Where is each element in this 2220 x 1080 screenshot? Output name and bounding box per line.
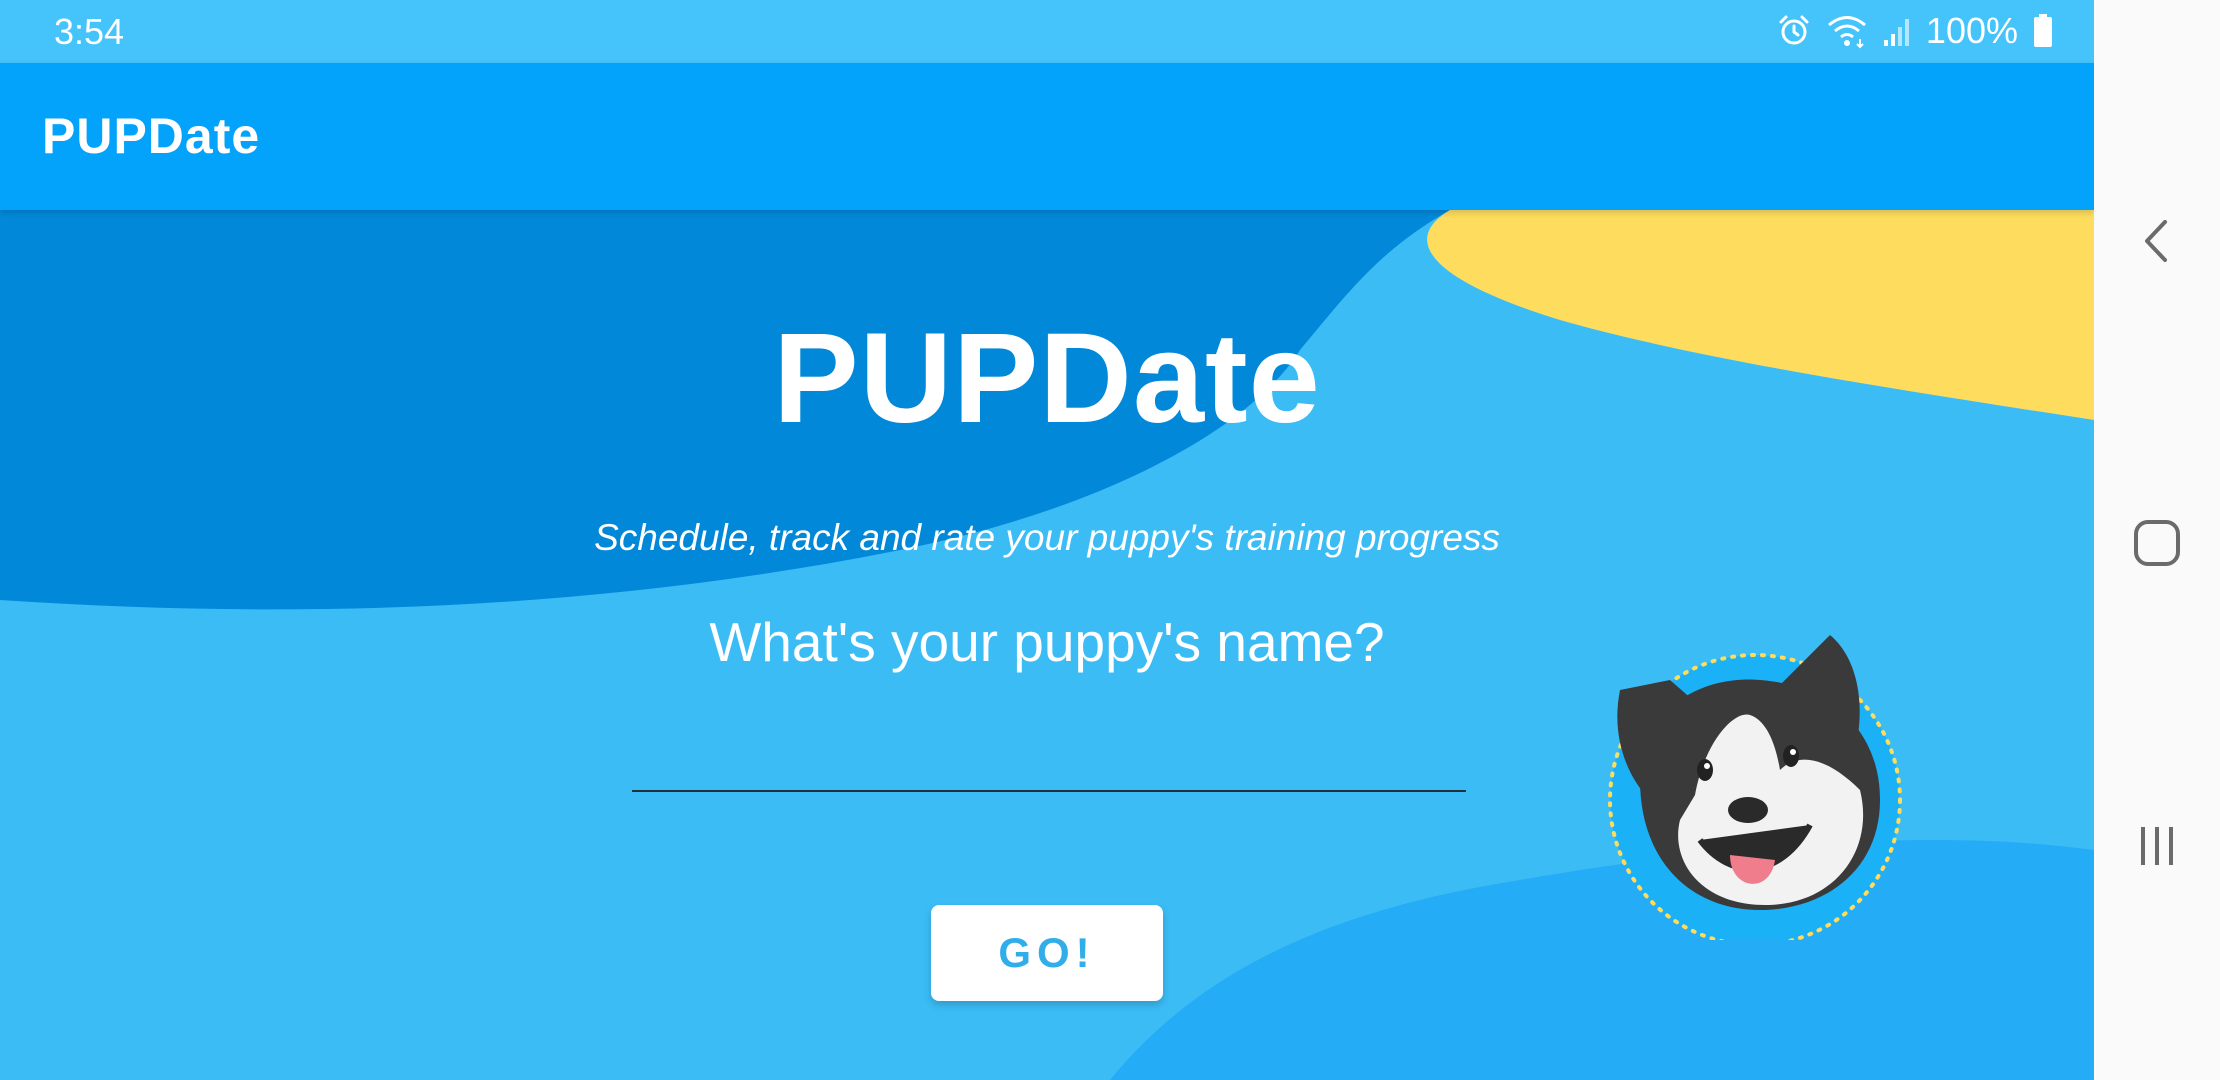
alarm-icon	[1776, 13, 1812, 49]
navigation-bar	[2094, 0, 2220, 1080]
puppy-name-input[interactable]	[632, 730, 1466, 792]
battery-percent: 100%	[1925, 10, 2018, 51]
status-time: 3:54	[54, 11, 125, 52]
home-icon	[2132, 518, 2182, 573]
tagline: Schedule, track and rate your puppy's tr…	[594, 517, 1500, 558]
back-icon	[2137, 216, 2177, 271]
toolbar-title: PUPDate	[42, 108, 261, 164]
app-toolbar: PUPDate	[0, 63, 2094, 210]
go-button[interactable]: GO!	[931, 905, 1163, 1001]
home-button[interactable]	[2094, 485, 2220, 605]
recents-button[interactable]	[2094, 788, 2220, 908]
status-bar: 3:54 100%	[0, 0, 2094, 63]
signal-icon	[1882, 14, 1912, 48]
battery-icon	[2032, 13, 2054, 49]
main-content: PUPDate Schedule, track and rate your pu…	[0, 210, 2094, 1080]
wifi-icon	[1826, 13, 1868, 49]
app: 3:54 100% PUPDate PUPDate Schedule, trac…	[0, 0, 2094, 1080]
recents-icon	[2135, 821, 2179, 876]
screen: 3:54 100% PUPDate PUPDate Schedule, trac…	[0, 0, 2220, 1080]
back-button[interactable]	[2094, 183, 2220, 303]
status-icons: 100%	[1776, 10, 2054, 52]
dog-illustration	[1608, 635, 1902, 940]
hero-title: PUPDate	[773, 307, 1321, 450]
